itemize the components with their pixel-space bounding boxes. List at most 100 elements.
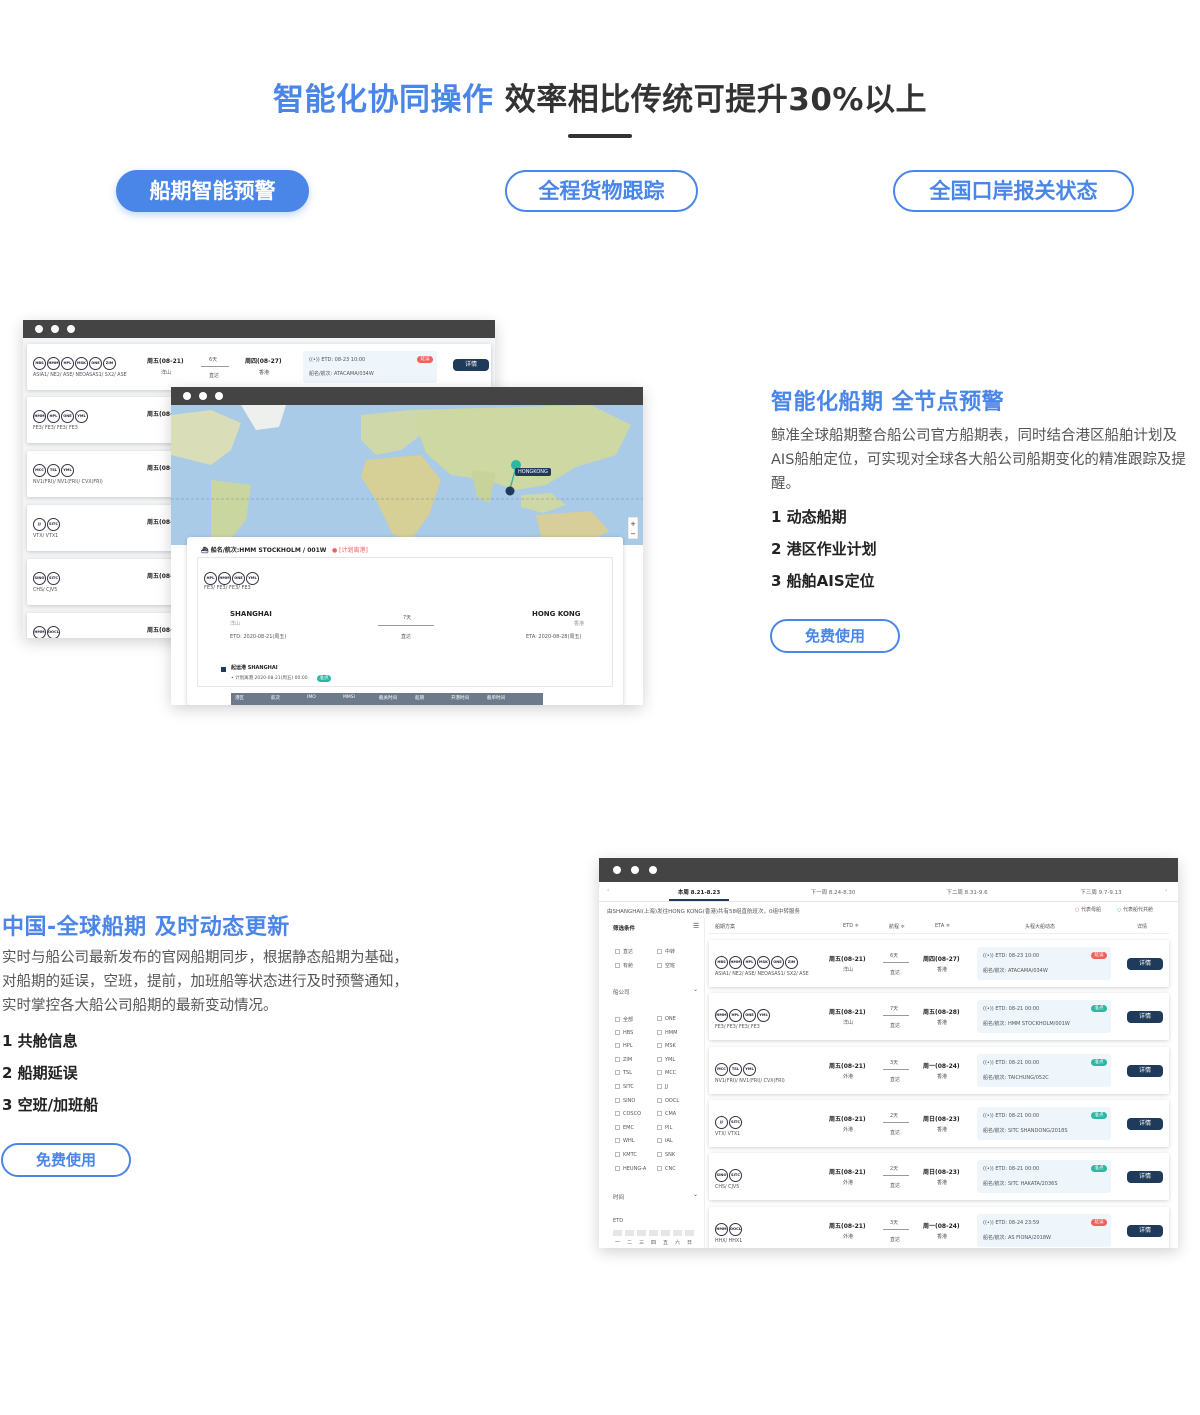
checkbox[interactable] (657, 1097, 662, 1103)
carrier-filter-option[interactable]: HBS (615, 1029, 633, 1036)
results-column-header[interactable]: 航程 ≑ (889, 923, 905, 930)
weekday-box[interactable] (613, 1230, 622, 1236)
section1-free-trial-button[interactable]: 免费使用 (770, 619, 900, 653)
tab-customs-status[interactable]: 全国口岸报关状态 (893, 170, 1134, 212)
carrier-filter-option[interactable]: CNC (657, 1165, 676, 1172)
schedule-row[interactable]: HBS HMM HPL MSK ONE ZIM ASIA1/ NE2/ ASE/ NEOAS… (27, 344, 491, 390)
schedule-row[interactable]: MCC TSL YML NV1(FRI)/ NV1(FRI)/ CVX(FRI) 周五(… (709, 1046, 1169, 1094)
checkbox[interactable] (657, 1070, 662, 1076)
tab-cargo-tracking[interactable]: 全程货物跟踪 (505, 170, 698, 212)
week-tab[interactable]: 下二周 8.31-9.6 (907, 888, 1027, 896)
carrier-filter-option[interactable]: WHL (615, 1138, 635, 1144)
prev-week-arrow[interactable]: ‹ (607, 887, 609, 894)
carrier-filter-option[interactable]: IAL (657, 1138, 673, 1144)
chevron-down-icon[interactable]: ⌄ (693, 986, 698, 993)
week-tab[interactable]: 下一周 8.24-8.30 (773, 888, 893, 896)
carrier-filter-option[interactable]: HPL (615, 1043, 633, 1049)
checkbox[interactable] (657, 1111, 662, 1117)
detail-button[interactable]: 详情 (1127, 958, 1163, 970)
checkbox[interactable] (657, 963, 662, 968)
schedule-row[interactable]: HBS HMM HPL MSK ONE ZIM ASIA1/ NE2/ ASE/ NEOAS… (709, 940, 1169, 987)
checkbox[interactable] (615, 1111, 620, 1117)
results-column-header[interactable]: ETD ≑ (843, 923, 859, 929)
world-map[interactable]: + − (171, 405, 643, 545)
checkbox[interactable] (657, 1165, 662, 1171)
carrier-filter-option[interactable]: HEUNG-A (615, 1165, 646, 1172)
carrier-filter-option[interactable]: SNK (657, 1152, 675, 1158)
carrier-filter-option[interactable]: MCC (657, 1070, 676, 1076)
carrier-filter-option[interactable]: ZIM (615, 1056, 632, 1063)
checkbox[interactable] (615, 1097, 620, 1103)
weekday-box[interactable] (673, 1230, 682, 1236)
schedule-row[interactable]: SINO SITC CHS/ CJV5 周五(08-21) 外港 2天 直达 周日(08-23… (709, 1153, 1169, 1201)
detail-button[interactable]: 详情 (1127, 1011, 1163, 1024)
checkbox[interactable] (657, 1043, 662, 1049)
detail-button[interactable]: 详情 (1127, 1224, 1163, 1237)
filter-option[interactable]: 有舱 (615, 962, 633, 969)
checkbox[interactable] (657, 1056, 662, 1062)
carrier-logo: YML (246, 572, 259, 585)
filter-option[interactable]: 中转 (657, 948, 675, 955)
carrier-filter-option[interactable]: YML (657, 1056, 675, 1063)
weekday-box[interactable] (685, 1230, 694, 1236)
detail-button[interactable]: 详情 (1127, 1117, 1163, 1130)
filter-option[interactable]: 直达 (615, 948, 633, 955)
week-tab[interactable]: 本周 8.21-8.23 (639, 888, 759, 896)
checkbox[interactable] (657, 1124, 662, 1130)
checkbox[interactable] (615, 1084, 620, 1089)
carrier-filter-option[interactable]: SINO (615, 1097, 635, 1104)
schedule-row[interactable]: JJ SITC VTX/ VTX1 周五(08-21) 外港 2天 直达 周日(08-23) 香… (709, 1099, 1169, 1147)
weekday-box[interactable] (637, 1230, 646, 1236)
checkbox[interactable] (657, 1016, 662, 1021)
checkbox[interactable] (615, 1165, 620, 1171)
checkbox[interactable] (615, 1056, 620, 1062)
filter-menu-icon[interactable]: ☰ (693, 922, 699, 930)
checkbox[interactable] (615, 1043, 620, 1049)
detail-button[interactable]: 详情 (453, 359, 489, 371)
results-column-header[interactable]: ETA ≑ (935, 923, 950, 929)
weekday-box[interactable] (661, 1230, 670, 1236)
carrier-filter-option[interactable]: CMA (657, 1111, 676, 1117)
carrier-logo: HPL (204, 572, 217, 585)
carrier-filter-option[interactable]: MSK (657, 1043, 676, 1049)
checkbox[interactable] (615, 1070, 620, 1076)
next-week-arrow[interactable]: › (1165, 887, 1167, 894)
carrier-filter-option[interactable]: PIL (657, 1124, 672, 1131)
carrier-filter-option[interactable]: JJ (657, 1084, 668, 1090)
carrier-filter-option[interactable]: 全部 (615, 1016, 633, 1023)
checkbox[interactable] (615, 1152, 620, 1157)
carrier-logo: JJ (715, 1115, 728, 1129)
checkbox[interactable] (657, 1029, 662, 1035)
checkbox[interactable] (657, 1152, 662, 1157)
carrier-filter-option[interactable]: TSL (615, 1070, 632, 1076)
checkbox[interactable] (657, 949, 662, 954)
timeline-item: • 计划离港 2020-08-21(周五) 00:00 (231, 676, 308, 681)
checkbox[interactable] (615, 1138, 620, 1144)
schedule-row[interactable]: HMM OOCL HHX/ HHX1 周五(08-21) 外港 3天 直达 周一(08-24)… (709, 1206, 1169, 1248)
filter-option[interactable]: 空班 (657, 962, 675, 969)
carrier-filter-option[interactable]: HMM (657, 1029, 677, 1036)
checkbox[interactable] (615, 1124, 620, 1130)
section2-free-trial-button[interactable]: 免费使用 (1, 1143, 131, 1177)
checkbox[interactable] (615, 963, 620, 968)
detail-button[interactable]: 详情 (1127, 1064, 1163, 1077)
checkbox[interactable] (615, 1029, 620, 1035)
detail-button[interactable]: 详情 (1127, 1171, 1163, 1184)
section1-feature-3: 3 船舶AIS定位 (771, 572, 875, 590)
checkbox[interactable] (657, 1084, 662, 1089)
tab-schedule-warning[interactable]: 船期智能预警 (116, 170, 309, 212)
carrier-filter-option[interactable]: ONE (657, 1016, 676, 1022)
checkbox[interactable] (615, 949, 620, 954)
carrier-filter-option[interactable]: KMTC (615, 1152, 637, 1158)
carrier-filter-option[interactable]: EMC (615, 1124, 634, 1131)
chevron-down-icon[interactable]: ⌄ (693, 1191, 698, 1198)
weekday-box[interactable] (649, 1230, 658, 1236)
carrier-filter-option[interactable]: OOCL (657, 1097, 679, 1104)
schedule-row[interactable]: HMM HPL ONE YML FE3/ FE3/ FE3/ FE3 周五(08-21) 洋… (709, 993, 1169, 1041)
carrier-filter-option[interactable]: SITC (615, 1084, 634, 1090)
weekday-box[interactable] (625, 1230, 634, 1236)
carrier-filter-option[interactable]: COSCO (615, 1111, 641, 1117)
week-tab[interactable]: 下三周 9.7-9.13 (1041, 888, 1161, 896)
checkbox[interactable] (657, 1138, 662, 1144)
checkbox[interactable] (615, 1017, 620, 1022)
